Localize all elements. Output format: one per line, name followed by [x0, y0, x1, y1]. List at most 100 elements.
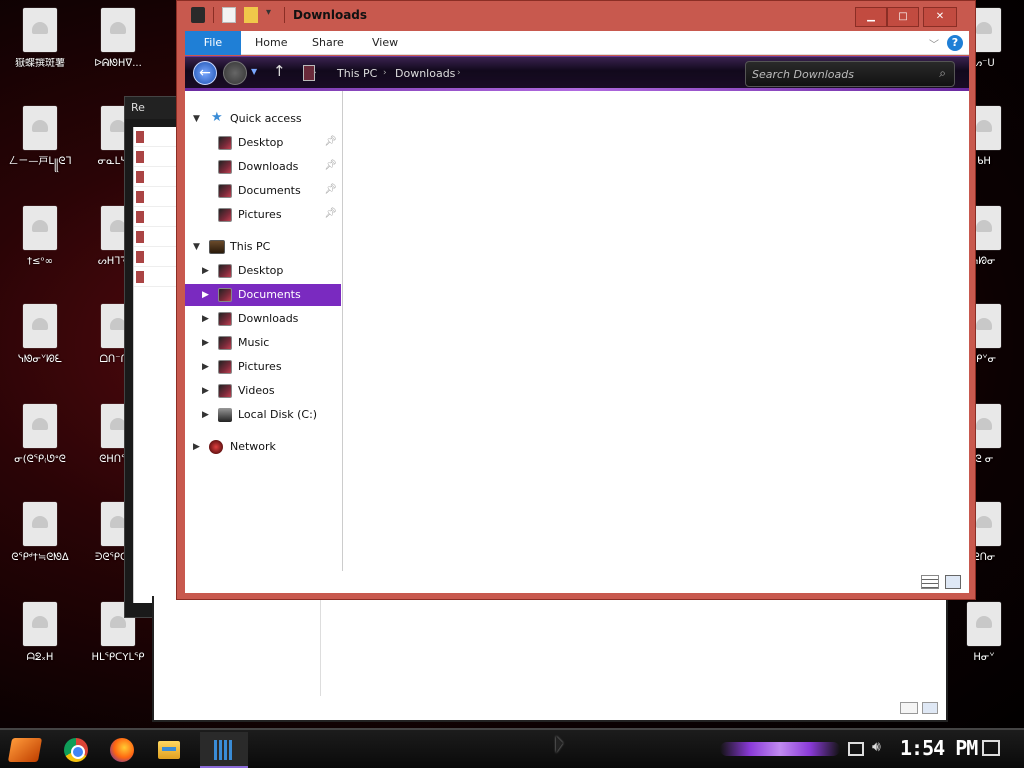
notifications-icon[interactable]	[982, 740, 1000, 756]
collapse-arrow-icon[interactable]: ▼	[193, 114, 200, 124]
this-pc-documents[interactable]: ▶ Documents	[185, 284, 341, 306]
explorer-window[interactable]: ▾ Downloads ▁ □ ✕ File Home Share View ﹀…	[176, 0, 976, 600]
expand-arrow-icon[interactable]: ▶	[202, 362, 209, 372]
pin-icon[interactable]: 📌︎	[324, 136, 337, 147]
tree-label: Desktop	[238, 136, 284, 149]
clock[interactable]: 1:54 PM	[900, 736, 978, 760]
desktop-file-icon[interactable]: †≤ᵒ∞	[0, 206, 80, 280]
this-pc-local-disk[interactable]: ▶ Local Disk (C:)	[185, 404, 341, 426]
tree-label: Quick access	[230, 112, 302, 125]
file-icon	[23, 8, 57, 52]
background-window-lower[interactable]	[152, 596, 948, 722]
help-icon[interactable]: ?	[947, 35, 963, 51]
quick-access-desktop[interactable]: Desktop 📌︎	[185, 132, 341, 154]
breadcrumb-this-pc[interactable]: This PC	[337, 67, 377, 80]
desktop-file-icon[interactable]: ㄥㄧ—戸ᒪ꧋ᘓᒣ	[0, 106, 80, 180]
search-input[interactable]	[752, 66, 922, 82]
toolbar-separator	[213, 7, 214, 23]
properties-icon[interactable]	[222, 7, 236, 23]
pin-icon[interactable]: 📌︎	[324, 208, 337, 219]
tree-network[interactable]: ▶ Network	[185, 436, 341, 458]
details-view-icon[interactable]	[900, 702, 918, 714]
chevron-right-icon[interactable]: ›	[313, 68, 317, 78]
desktop-file-icon[interactable]: 嶽蝶撰斑薯	[0, 8, 80, 82]
list-item[interactable]	[134, 207, 177, 227]
list-item[interactable]	[134, 167, 177, 187]
address-bar[interactable]: › This PC › Downloads ›	[297, 62, 741, 86]
this-pc-desktop[interactable]: ▶ Desktop	[185, 260, 341, 282]
quick-access-downloads[interactable]: Downloads 📌︎	[185, 156, 341, 178]
tree-label: Downloads	[238, 312, 299, 325]
quick-access-documents[interactable]: Documents 📌︎	[185, 180, 341, 202]
pin-icon[interactable]: 📌︎	[324, 184, 337, 195]
this-pc-videos[interactable]: ▶ Videos	[185, 380, 341, 402]
desktop-file-icon[interactable]: ᗩᘖ᙮ᕼ	[0, 602, 80, 676]
back-button[interactable]: ←	[193, 61, 217, 85]
expand-arrow-icon[interactable]: ▶	[202, 314, 209, 324]
pin-icon[interactable]: 📌︎	[324, 160, 337, 171]
search-box[interactable]: ⌕	[745, 61, 955, 87]
customize-toolbar-icon[interactable]: ▾	[266, 7, 276, 23]
chrome-icon[interactable]	[64, 738, 88, 762]
list-item[interactable]	[134, 147, 177, 167]
this-pc-pictures[interactable]: ▶ Pictures	[185, 356, 341, 378]
desktop-file-icon[interactable]: ᐅᕱᘚᕼᐁ...	[78, 8, 158, 82]
star-icon: ★	[211, 110, 223, 125]
this-pc-music[interactable]: ▶ Music	[185, 332, 341, 354]
file-icon	[23, 502, 57, 546]
close-button[interactable]: ✕	[923, 7, 957, 27]
up-button[interactable]: ↑	[273, 62, 286, 80]
file-icon	[23, 602, 57, 646]
desktop-file-icon[interactable]: ᓭᘚᓂᘁᘗᘍ	[0, 304, 80, 378]
expand-arrow-icon[interactable]: ▶	[202, 266, 209, 276]
volume-icon[interactable]: 🔊︎	[872, 739, 881, 755]
minimize-button[interactable]: ▁	[855, 7, 887, 27]
tree-quick-access[interactable]: ▼ ★ Quick access	[185, 108, 341, 130]
pane-divider	[320, 596, 321, 696]
large-icons-view-icon[interactable]	[945, 575, 961, 589]
expand-arrow-icon[interactable]: ▶	[202, 290, 209, 300]
expand-ribbon-icon[interactable]: ﹀	[929, 36, 939, 51]
chevron-right-icon[interactable]: ›	[457, 68, 461, 78]
this-pc-downloads[interactable]: ▶ Downloads	[185, 308, 341, 330]
file-explorer-icon[interactable]	[158, 741, 180, 759]
expand-arrow-icon[interactable]: ▶	[202, 338, 209, 348]
start-button[interactable]	[7, 738, 43, 762]
list-item[interactable]	[134, 267, 177, 287]
list-item[interactable]	[134, 247, 177, 267]
collapse-arrow-icon[interactable]: ▼	[193, 242, 200, 252]
chevron-right-icon[interactable]: ›	[383, 68, 387, 78]
expand-arrow-icon[interactable]: ▶	[202, 410, 209, 420]
firefox-icon[interactable]	[110, 738, 134, 762]
new-folder-icon[interactable]	[244, 7, 258, 23]
recent-locations-icon[interactable]: ▼	[251, 67, 257, 76]
tab-home[interactable]: Home	[255, 31, 287, 55]
taskbar: 🔊︎ 1:54 PM	[0, 728, 1024, 768]
tree-label: Music	[238, 336, 270, 349]
taskbar-active-app[interactable]	[200, 732, 248, 768]
expand-arrow-icon[interactable]: ▶	[202, 386, 209, 396]
details-view-icon[interactable]	[921, 575, 939, 589]
desktop-folder-icon	[218, 136, 232, 150]
large-icons-view-icon[interactable]	[922, 702, 938, 714]
desktop-file-icon[interactable]: ᕼᓂᘁ	[944, 602, 1024, 676]
tree-this-pc[interactable]: ▼ This PC	[185, 236, 341, 258]
expand-arrow-icon[interactable]: ▶	[193, 442, 200, 452]
breadcrumb-downloads[interactable]: Downloads	[395, 67, 455, 80]
pictures-folder-icon	[218, 208, 232, 222]
tab-view[interactable]: View	[372, 31, 398, 55]
desktop-file-icon[interactable]: ᘓᕿᒄ†≒ᘓᘚᐃ	[0, 502, 80, 576]
maximize-button[interactable]: □	[887, 7, 919, 27]
list-item[interactable]	[134, 227, 177, 247]
background-window[interactable]: Re	[124, 96, 178, 618]
tab-file[interactable]: File	[185, 31, 241, 55]
tab-share[interactable]: Share	[312, 31, 344, 55]
title-bar[interactable]: ▾ Downloads ▁ □ ✕	[177, 1, 975, 31]
quick-access-pictures[interactable]: Pictures 📌︎	[185, 204, 341, 226]
list-item[interactable]	[134, 187, 177, 207]
list-item[interactable]	[134, 127, 177, 147]
forward-button[interactable]	[223, 61, 247, 85]
search-icon[interactable]: ⌕	[939, 66, 946, 81]
desktop-file-icon[interactable]: ᓂ(ᘓᕿ₍ᘎᐤᘓ	[0, 404, 80, 478]
network-tray-icon[interactable]	[848, 742, 864, 756]
